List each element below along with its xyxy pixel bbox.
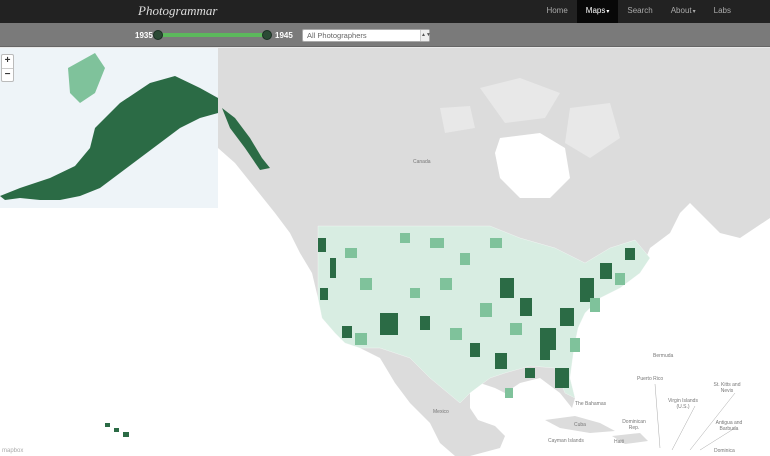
year-end-handle[interactable] <box>262 30 272 40</box>
nav-search[interactable]: Search <box>618 0 661 23</box>
label-st-kitts: St. Kitts and Nevis <box>713 382 741 394</box>
label-virgin-islands: Virgin Islands (U.S.) <box>668 398 698 410</box>
map-attribution[interactable]: mapbox <box>2 448 23 454</box>
label-antigua: Antigua and Barbuda <box>715 420 743 432</box>
nav-about-label: About <box>670 6 692 15</box>
hawaii-islands <box>105 423 129 437</box>
brand-logo[interactable]: Photogrammar <box>138 3 217 19</box>
zoom-out-button[interactable]: − <box>2 68 13 81</box>
nav-maps[interactable]: Maps▾ <box>576 0 619 23</box>
photographer-select-value: All Photographers <box>307 31 367 40</box>
year-start-label: 1935 <box>135 31 153 40</box>
chevron-down-icon: ▲▼ <box>420 30 431 41</box>
nav-labs[interactable]: Labs <box>705 0 740 23</box>
label-cuba: Cuba <box>574 422 586 428</box>
nav-maps-label: Maps <box>585 6 606 15</box>
label-bermuda: Bermuda <box>653 353 674 359</box>
label-puerto-rico: Puerto Rico <box>637 376 664 382</box>
year-end-label: 1945 <box>275 31 293 40</box>
map-canvas <box>0 48 770 456</box>
year-start-handle[interactable] <box>153 30 163 40</box>
county-map[interactable]: + − Canada Mexico Bermuda The Bahamas Cu… <box>0 48 770 456</box>
label-mexico: Mexico <box>433 409 449 415</box>
label-canada: Canada <box>413 159 431 165</box>
label-cayman: Cayman Islands <box>548 438 584 444</box>
zoom-control: + − <box>1 54 14 82</box>
label-bahamas: The Bahamas <box>575 401 607 407</box>
label-dominica: Dominica <box>714 448 735 454</box>
navbar: Photogrammar Home Maps▾ Search About▾ La… <box>0 0 770 23</box>
main-nav: Home Maps▾ Search About▾ Labs <box>537 0 740 23</box>
nav-about[interactable]: About▾ <box>662 0 705 23</box>
filter-toolbar: 1935 1945 All Photographers ▲▼ <box>0 23 770 47</box>
zoom-in-button[interactable]: + <box>2 55 13 68</box>
year-range-slider[interactable] <box>158 33 267 37</box>
nav-home[interactable]: Home <box>537 0 576 23</box>
label-haiti: Haiti <box>614 439 625 445</box>
caret-down-icon: ▾ <box>692 9 696 15</box>
caret-down-icon: ▾ <box>606 9 610 15</box>
label-dominican-republic: Dominican Rep. <box>622 419 646 431</box>
photographer-select[interactable]: All Photographers ▲▼ <box>302 29 431 42</box>
